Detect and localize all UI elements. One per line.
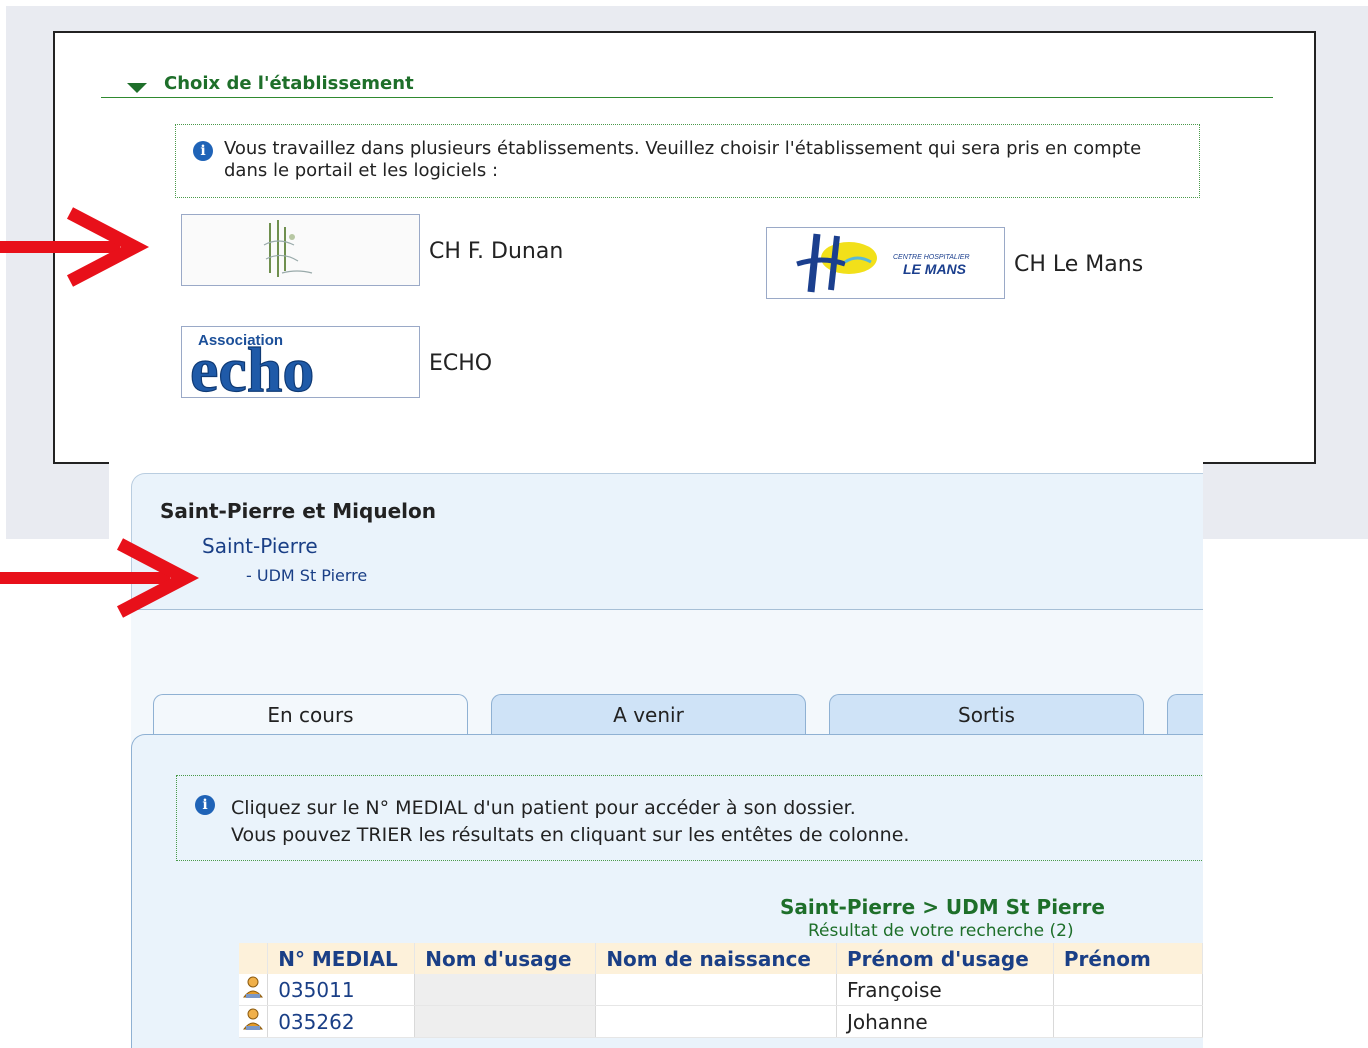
section-title: Choix de l'établissement: [164, 73, 414, 94]
prenom-cell: [1053, 1005, 1203, 1038]
establishment-info-box: i Vous travaillez dans plusieurs établis…: [175, 124, 1200, 198]
nom-usage-cell: [414, 974, 597, 1006]
column-header-nom-naissance[interactable]: Nom de naissance: [595, 943, 837, 974]
info-line-2: dans le portail et les logiciels :: [224, 160, 499, 181]
tab-a-venir[interactable]: A venir: [491, 694, 806, 735]
establishment-name-ch-le-mans[interactable]: CH Le Mans: [1014, 252, 1143, 277]
patient-icon: [243, 1008, 264, 1030]
results-info-box: i Cliquez sur le N° MEDIAL d'un patient …: [176, 775, 1203, 861]
info-icon: i: [193, 141, 213, 161]
ch-le-mans-logo: CENTRE HOSPITALIER LE MANS: [767, 228, 1004, 298]
column-header-icon: [239, 943, 269, 974]
medial-number-cell[interactable]: 035011: [267, 974, 416, 1006]
echo-logo-button[interactable]: Association echo: [181, 326, 420, 406]
tab-en-cours[interactable]: En cours: [153, 694, 468, 736]
tab-content-panel: i Cliquez sur le N° MEDIAL d'un patient …: [131, 734, 1203, 1048]
ch-le-mans-logo-small-text: CENTRE HOSPITALIER: [893, 254, 970, 261]
establishment-name-ch-f-dunan[interactable]: CH F. Dunan: [429, 239, 563, 264]
table-header-row: N° MEDIAL Nom d'usage Nom de naissance P…: [239, 943, 1203, 974]
nom-naissance-cell: [595, 974, 837, 1006]
establishment-name-echo[interactable]: ECHO: [429, 351, 492, 376]
results-info-line-1: Cliquez sur le N° MEDIAL d'un patient po…: [231, 797, 856, 819]
ch-f-dunan-logo: [182, 215, 419, 285]
nom-naissance-cell: [595, 1005, 837, 1038]
info-icon: i: [195, 795, 215, 815]
patient-icon-cell: [239, 1005, 269, 1038]
table-row: 035011 Françoise: [239, 974, 1203, 1006]
results-info-text: Cliquez sur le N° MEDIAL d'un patient po…: [231, 795, 909, 849]
unit-name[interactable]: - UDM St Pierre: [246, 566, 367, 585]
city-name[interactable]: Saint-Pierre: [202, 534, 318, 558]
medial-number-link[interactable]: 035011: [278, 978, 354, 1002]
results-table: N° MEDIAL Nom d'usage Nom de naissance P…: [239, 943, 1203, 1038]
tab-sortis[interactable]: Sortis: [829, 694, 1144, 735]
location-header: Saint-Pierre et Miquelon Saint-Pierre - …: [131, 473, 1203, 610]
tabs-area: En cours A venir Sortis i Cliquez sur le…: [131, 610, 1203, 1048]
results-info-line-2: Vous pouvez TRIER les résultats en cliqu…: [231, 824, 910, 846]
echo-logo-text: echo: [190, 334, 314, 397]
column-header-prenom[interactable]: Prénom: [1053, 943, 1203, 974]
ch-le-mans-logo-text: LE MANS: [903, 261, 967, 277]
echo-logo: Association echo: [182, 327, 419, 406]
section-header[interactable]: Choix de l'établissement: [101, 73, 1273, 98]
results-path: Saint-Pierre > UDM St Pierre: [780, 895, 1105, 919]
ch-le-mans-logo-button[interactable]: CENTRE HOSPITALIER LE MANS: [766, 227, 1005, 299]
tab-partial[interactable]: [1167, 694, 1203, 735]
prenom-usage-cell: Françoise: [836, 974, 1054, 1006]
info-line-1: Vous travaillez dans plusieurs établisse…: [224, 138, 1142, 159]
patient-list-panel: Saint-Pierre et Miquelon Saint-Pierre - …: [109, 458, 1203, 1048]
region-name: Saint-Pierre et Miquelon: [160, 499, 436, 523]
annotation-arrow-icon: [0, 538, 200, 618]
establishment-info-text: Vous travaillez dans plusieurs établisse…: [224, 138, 1174, 182]
column-header-prenom-usage[interactable]: Prénom d'usage: [836, 943, 1054, 974]
prenom-usage-cell: Johanne: [836, 1005, 1054, 1038]
results-count: Résultat de votre recherche (2): [808, 921, 1074, 941]
column-header-medial[interactable]: N° MEDIAL: [267, 943, 416, 974]
patient-icon-cell: [239, 974, 269, 1006]
ch-f-dunan-logo-button[interactable]: [181, 214, 420, 286]
patient-icon: [243, 976, 264, 998]
collapse-triangle-icon[interactable]: [127, 83, 147, 93]
column-header-nom-usage[interactable]: Nom d'usage: [414, 943, 597, 974]
annotation-arrow-icon: [0, 207, 150, 287]
nom-usage-cell: [414, 1005, 597, 1038]
medial-number-link[interactable]: 035262: [278, 1010, 354, 1034]
medial-number-cell[interactable]: 035262: [267, 1005, 416, 1038]
establishment-choice-panel: Choix de l'établissement i Vous travaill…: [53, 31, 1316, 464]
table-row: 035262 Johanne: [239, 1005, 1203, 1038]
prenom-cell: [1053, 974, 1203, 1006]
